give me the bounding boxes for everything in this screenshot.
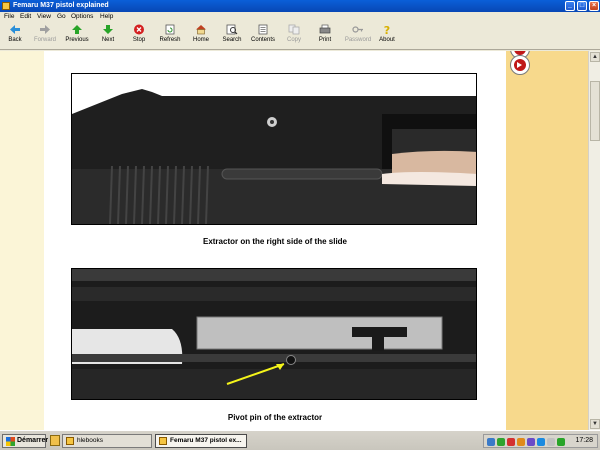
windows-logo-icon <box>6 437 15 446</box>
print-icon <box>319 24 331 34</box>
stop-label: Stop <box>132 37 146 43</box>
home-button[interactable]: Home <box>186 24 216 50</box>
close-button[interactable]: × <box>589 1 599 11</box>
menu-go[interactable]: Go <box>57 13 66 20</box>
next-arrow-icon <box>103 25 113 34</box>
home-icon <box>196 25 206 35</box>
app-window: Femaru M37 pistol explained _ □ × File E… <box>0 0 600 430</box>
slide-right-side-image <box>72 74 476 224</box>
print-button[interactable]: Print <box>310 24 340 50</box>
refresh-label: Refresh <box>159 37 181 43</box>
next-button[interactable]: Next <box>93 24 123 50</box>
app-icon <box>2 2 10 10</box>
figure-caption: Extractor on the right side of the slide <box>202 237 348 246</box>
nav-next-page-button[interactable] <box>510 55 530 75</box>
tray-arrow-icon[interactable] <box>487 438 495 446</box>
password-label: Password <box>344 37 372 43</box>
menu-file[interactable]: File <box>4 13 14 20</box>
scroll-thumb[interactable] <box>590 81 600 141</box>
menu-options[interactable]: Options <box>71 13 93 20</box>
tray-update-icon[interactable] <box>517 438 525 446</box>
refresh-icon <box>165 24 175 35</box>
back-label: Back <box>8 37 22 43</box>
menu-bar: File Edit View Go Options Help <box>0 12 600 22</box>
start-button[interactable]: Démarrer <box>2 434 49 448</box>
home-label: Home <box>192 37 209 43</box>
svg-text:?: ? <box>384 24 390 35</box>
folder-icon <box>66 437 74 445</box>
about-icon: ? <box>384 24 390 35</box>
back-arrow-icon <box>10 25 20 34</box>
previous-arrow-icon <box>72 25 82 34</box>
scroll-up-button[interactable]: ▲ <box>590 52 600 62</box>
figure-caption: Pivot pin of the extractor <box>227 413 323 422</box>
title-bar: Femaru M37 pistol explained _ □ × <box>0 0 600 12</box>
copy-button[interactable]: Copy <box>279 24 309 50</box>
key-icon <box>352 26 363 33</box>
left-margin <box>0 51 44 430</box>
vertical-scrollbar[interactable]: ▲ ▼ <box>588 51 600 430</box>
tray-messenger-icon[interactable] <box>527 438 535 446</box>
about-button[interactable]: ? About <box>372 24 402 50</box>
figure-extractor-photo <box>71 73 477 225</box>
back-button[interactable]: Back <box>0 24 30 50</box>
tray-security-icon[interactable] <box>557 438 565 446</box>
taskbar-item-hlebooks[interactable]: hlebooks <box>62 434 152 448</box>
search-button[interactable]: Search <box>217 24 247 50</box>
taskbar-item-femaru[interactable]: Femaru M37 pistol ex... <box>155 434 247 448</box>
copy-label: Copy <box>286 37 301 43</box>
task-label: Femaru M37 pistol ex... <box>170 437 242 444</box>
forward-button[interactable]: Forward <box>30 24 60 50</box>
stop-icon <box>134 24 144 35</box>
password-button[interactable]: Password <box>341 24 375 50</box>
maximize-button[interactable]: □ <box>577 1 587 11</box>
contents-icon <box>258 24 268 35</box>
about-label: About <box>379 37 395 43</box>
tray-network-icon[interactable] <box>497 438 505 446</box>
search-icon <box>226 24 238 35</box>
menu-edit[interactable]: Edit <box>20 13 31 20</box>
next-label: Next <box>101 37 115 43</box>
scroll-down-button[interactable]: ▼ <box>590 419 600 429</box>
previous-button[interactable]: Previous <box>62 24 92 50</box>
extractor-pivot-pin-image <box>72 269 476 399</box>
tray-volume-icon[interactable] <box>537 438 545 446</box>
contents-label: Contents <box>250 37 275 43</box>
taskbar: Démarrer hlebooks Femaru M37 pistol ex..… <box>0 430 600 450</box>
tray-display-icon[interactable] <box>547 438 555 446</box>
search-label: Search <box>222 37 242 43</box>
document-viewport: Extractor on the right side of the slide… <box>0 51 600 430</box>
contents-button[interactable]: Contents <box>248 24 278 50</box>
refresh-button[interactable]: Refresh <box>155 24 185 50</box>
ebook-icon <box>159 437 167 445</box>
navigation-panel <box>506 51 588 430</box>
start-label: Démarrer <box>17 437 49 444</box>
toolbar: Back Forward Previous Next Stop Refresh … <box>0 22 600 50</box>
menu-view[interactable]: View <box>37 13 51 20</box>
minimize-button[interactable]: _ <box>565 1 575 11</box>
figure-pivot-pin-photo <box>71 268 477 400</box>
task-label: hlebooks <box>77 437 104 444</box>
copy-icon <box>288 24 300 35</box>
menu-help[interactable]: Help <box>100 13 113 20</box>
play-arrow-icon <box>517 62 522 68</box>
folder-icon[interactable] <box>50 435 60 446</box>
print-label: Print <box>318 37 332 43</box>
forward-label: Forward <box>33 37 56 43</box>
previous-label: Previous <box>65 37 89 43</box>
tray-antivirus-icon[interactable] <box>507 438 515 446</box>
forward-arrow-icon <box>40 25 50 34</box>
tray-clock: 17:28 <box>575 437 593 444</box>
stop-button[interactable]: Stop <box>124 24 154 50</box>
window-title: Femaru M37 pistol explained <box>13 2 109 9</box>
system-tray: 17:28 <box>483 434 598 448</box>
